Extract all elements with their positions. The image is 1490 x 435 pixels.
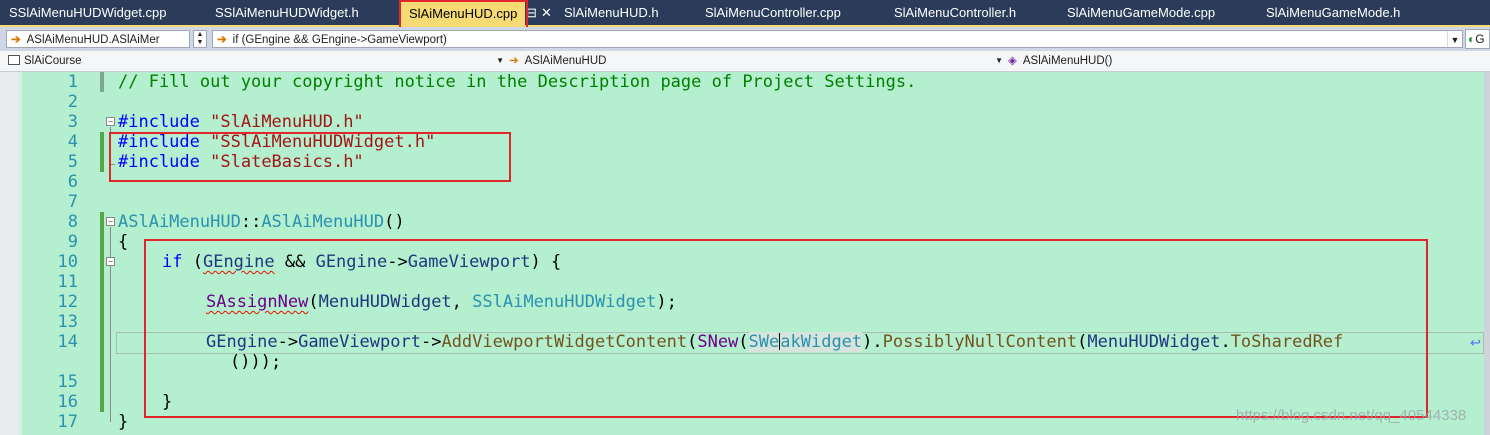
line-number: 10 — [57, 252, 78, 272]
scope-bar: SlAiCourse ▼ ➔ ASlAiMenuHUD ▼ ◈ ASlAiMenuH… — [0, 51, 1490, 72]
line-number: 17 — [57, 412, 78, 432]
member-dropdown[interactable]: ➔ ASlAiMenuHUD.ASlAiMer — [6, 30, 190, 48]
line-number: 1 — [67, 72, 78, 92]
class-scope-dropdown[interactable]: ➔ ASlAiMenuHUD ▼ — [509, 52, 1003, 70]
brace: } — [118, 412, 129, 432]
code-line-17: } — [118, 412, 128, 432]
project-scope-dropdown[interactable]: SlAiCourse ▼ — [8, 52, 504, 70]
brace: { — [118, 232, 129, 252]
tab-sslaimenuhudwidget-cpp[interactable]: SSlAiMenuHUDWidget.cpp — [9, 3, 167, 23]
scope-operator: :: — [240, 212, 262, 232]
unsaved-change-bar — [100, 132, 104, 172]
constructor-name: ASlAiMenuHUD — [261, 212, 385, 232]
code-line-1: // Fill out your copyright notice in the… — [118, 72, 916, 92]
line-number: 8 — [67, 212, 78, 232]
tab-label: SlAiMenuHUD.h — [564, 5, 659, 20]
statement-dropdown[interactable]: ➔ if (GEngine && GEngine->GameViewport) ▼ — [212, 30, 1463, 48]
line-number: 9 — [67, 232, 78, 252]
code-editor[interactable]: 1 2 3 4 5 6 7 8 9 10 11 12 13 14 15 16 1… — [0, 72, 1490, 435]
glyph-margin — [0, 72, 18, 435]
code-line-9: { — [118, 232, 128, 252]
line-number: 2 — [67, 92, 78, 112]
navigation-bar: ➔ ASlAiMenuHUD.ASlAiMer ▲ ▼ ➔ if (GEngine &… — [0, 27, 1490, 51]
line-number: 13 — [57, 312, 78, 332]
document-tab-strip: SSlAiMenuHUDWidget.cpp SSlAiMenuHUDWidge… — [0, 0, 1490, 27]
unsaved-change-bar — [100, 212, 104, 412]
tab-slaimenuhud-h[interactable]: SlAiMenuHUD.h — [564, 3, 659, 23]
tab-sslaimenuhudwidget-h[interactable]: SSlAiMenuHUDWidget.h — [215, 3, 359, 23]
tab-label: SSlAiMenuHUDWidget.h — [215, 5, 359, 20]
annotation-box-includes — [109, 132, 511, 182]
code-line-3: #include "SlAiMenuHUD.h" — [118, 112, 364, 132]
collapse-toggle-icon[interactable]: − — [106, 117, 115, 126]
word-wrap-icon: ↩ — [1470, 335, 1481, 350]
line-number: 14 — [57, 332, 78, 352]
class-name: ASlAiMenuHUD — [118, 212, 241, 232]
line-number: 4 — [67, 132, 78, 152]
watermark-text: https://blog.csdn.net/qq_40544338 — [1236, 407, 1467, 424]
breakpoint-margin[interactable] — [18, 72, 22, 435]
tab-label: SlAiMenuController.h — [894, 5, 1017, 20]
saved-change-bar — [100, 72, 104, 92]
collapse-toggle-icon[interactable]: − — [106, 257, 115, 266]
go-button[interactable]: ◐G — [1465, 29, 1490, 49]
tab-slaimenugamemode-cpp[interactable]: SlAiMenuGameMode.cpp — [1067, 3, 1215, 23]
tab-label: SSlAiMenuHUDWidget.cpp — [9, 5, 167, 20]
tab-label: SlAiMenuGameMode.h — [1266, 5, 1401, 20]
line-number: 6 — [67, 172, 78, 192]
preprocessor-directive: #include — [118, 112, 200, 132]
tab-slaimenucontroller-cpp[interactable]: SlAiMenuController.cpp — [705, 3, 841, 23]
code-line-8: ASlAiMenuHUD::ASlAiMenuHUD() — [118, 212, 405, 232]
annotation-box-constructor-body — [144, 239, 1428, 418]
arrow-right-icon: ➔ — [217, 34, 227, 46]
line-number: 3 — [67, 112, 78, 132]
parens: () — [384, 212, 405, 232]
line-number: 11 — [57, 272, 78, 292]
line-number: 16 — [57, 392, 78, 412]
method-icon: ◈ — [1008, 55, 1017, 67]
tab-close-icon[interactable]: ✕ — [541, 3, 552, 23]
line-number: 7 — [67, 192, 78, 212]
chevron-down-icon: ▼ — [496, 56, 504, 65]
include-path: "SlAiMenuHUD.h" — [210, 112, 364, 132]
function-scope-dropdown[interactable]: ◈ ASlAiMenuHUD() — [1008, 52, 1484, 70]
arrow-right-icon: ➔ — [11, 34, 21, 46]
class-icon: ➔ — [509, 55, 519, 67]
project-icon — [8, 55, 20, 65]
tab-slaimenugamemode-h[interactable]: SlAiMenuGameMode.h — [1266, 3, 1400, 23]
chevron-down-icon: ▼ — [995, 56, 1003, 65]
chevron-down-icon[interactable]: ▼ — [1447, 31, 1462, 47]
line-number: 12 — [57, 292, 78, 312]
tab-slaimenucontroller-h[interactable]: SlAiMenuController.h — [894, 3, 1016, 23]
line-number: 5 — [67, 152, 78, 172]
navigate-spinner[interactable]: ▲ ▼ — [193, 30, 207, 48]
collapse-toggle-icon[interactable]: − — [106, 217, 115, 226]
comment-text: // Fill out your copyright notice in the… — [118, 72, 917, 92]
vertical-scrollbar[interactable] — [1484, 72, 1490, 435]
tab-label: SlAiMenuGameMode.cpp — [1067, 5, 1216, 20]
line-number: 15 — [57, 372, 78, 392]
tab-label: SlAiMenuController.cpp — [705, 5, 841, 20]
